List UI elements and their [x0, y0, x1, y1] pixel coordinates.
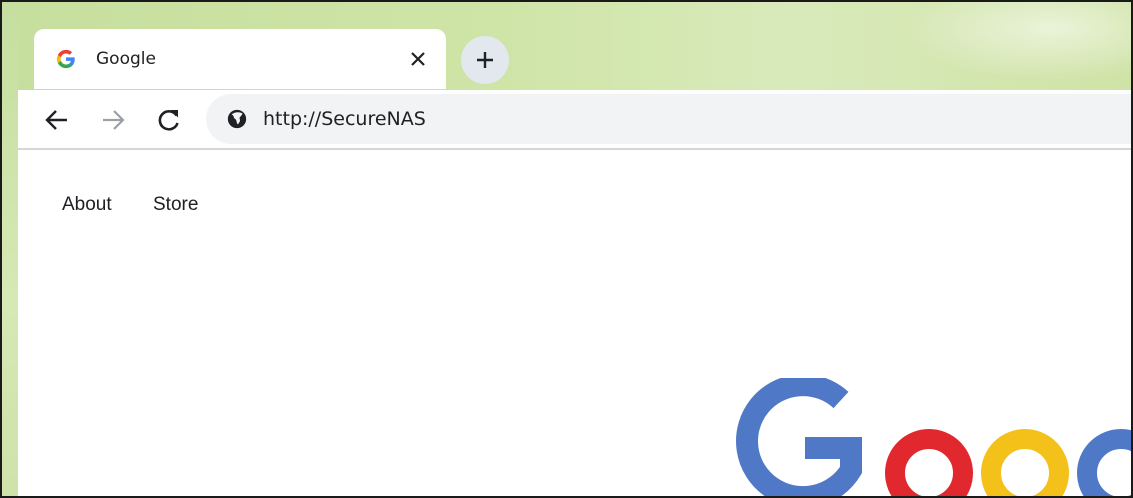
logo-letter-g — [736, 378, 862, 496]
title-bar: Google — [2, 2, 1131, 90]
tab-title: Google — [96, 49, 156, 69]
store-link[interactable]: Store — [153, 194, 198, 216]
forward-button[interactable] — [96, 103, 130, 137]
logo-letter-o-yellow — [981, 429, 1069, 496]
close-icon[interactable] — [400, 41, 436, 77]
tab-google[interactable]: Google — [34, 29, 446, 89]
address-bar[interactable]: http://SecureNAS — [206, 94, 1131, 144]
reload-button[interactable] — [152, 103, 186, 137]
window-edge — [2, 2, 18, 496]
google-g-icon — [56, 49, 75, 69]
google-logo — [736, 378, 1131, 496]
close-glyph — [411, 52, 425, 66]
new-tab-button[interactable] — [461, 36, 509, 84]
logo-letter-o-red — [885, 429, 973, 496]
plus-icon — [477, 52, 493, 68]
url-text: http://SecureNAS — [263, 108, 426, 130]
arrow-left-icon — [45, 110, 67, 130]
browser-toolbar: http://SecureNAS — [18, 90, 1131, 150]
arrow-right-icon — [103, 110, 125, 130]
logo-letter-g-small — [1077, 429, 1131, 496]
page-content: About Store — [18, 150, 1131, 496]
about-link[interactable]: About — [62, 194, 112, 216]
browser-window: Google http://SecureNAS About Store — [0, 0, 1133, 498]
reload-icon — [158, 110, 179, 131]
back-button[interactable] — [40, 103, 74, 137]
globe-icon — [227, 109, 247, 129]
